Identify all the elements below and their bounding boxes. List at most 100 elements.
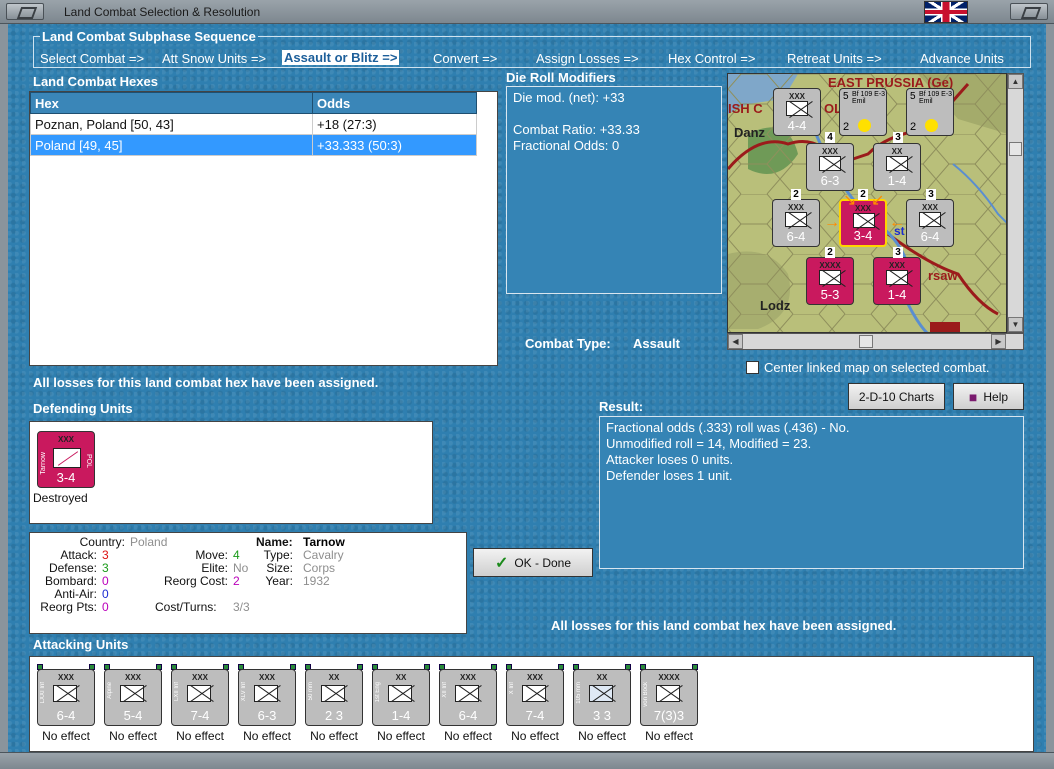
scroll-left-icon[interactable]: ◀ [728, 334, 743, 349]
unit-counter[interactable]: XXX LXXI Inf 6-4 [37, 669, 95, 726]
map-air-counter[interactable]: 5 Bf 109 E-3 Emil 2 [839, 88, 887, 136]
step-hex-control[interactable]: Hex Control => [668, 51, 755, 66]
map-label-lodz: Lodz [760, 298, 791, 313]
map-label-warsaw: rsaw [928, 268, 958, 283]
map-counter[interactable]: XXX 1-4 [873, 257, 921, 305]
linked-map[interactable]: EAST PRUSSIA (Ge) ISH C Danz rsaw Lodz s… [727, 73, 1007, 333]
close-button[interactable] [1010, 3, 1048, 20]
attacking-unit[interactable]: XX 50 mm 2 3 No effect [301, 664, 367, 749]
table-row-selected[interactable]: Poland [49, 45] +33.333 (50:3) [30, 134, 477, 156]
scroll-thumb[interactable] [1009, 142, 1022, 156]
result-line: Defender loses 1 unit. [606, 468, 733, 483]
step-assign-losses[interactable]: Assign Losses => [536, 51, 639, 66]
step-select-combat[interactable]: Select Combat => [40, 51, 144, 66]
result-line: Fractional odds (.333) roll was (.436) -… [606, 420, 850, 435]
unit-counter[interactable]: XX 105 mm 3 3 [573, 669, 631, 726]
column-header-odds[interactable]: Odds [312, 92, 477, 114]
air-mission-icon [858, 119, 871, 132]
ok-done-label: OK - Done [514, 555, 572, 570]
step-advance-units[interactable]: Advance Units [920, 51, 1004, 66]
combat-type-label: Combat Type: [525, 336, 611, 351]
attacking-unit[interactable]: XXX X Inf 7-4 No effect [502, 664, 568, 749]
scroll-down-icon[interactable]: ▼ [1008, 317, 1023, 332]
stack-count: 3 [926, 189, 936, 200]
attacking-unit[interactable]: XX 1st Eng 1-4 No effect [368, 664, 434, 749]
bottom-bar [0, 752, 1054, 769]
combat-type-value: Assault [633, 336, 680, 351]
map-air-counter[interactable]: 5 Bf 109 E-3 Emil 2 [906, 88, 954, 136]
attacking-unit[interactable]: XXX XII Inf 6-4 No effect [435, 664, 501, 749]
map-horizontal-scrollbar[interactable]: ◀ ▶ [727, 333, 1024, 350]
map-counter[interactable]: XXX 6-4 [772, 199, 820, 247]
left-rail [0, 24, 8, 752]
stack-count: 4 [825, 132, 835, 143]
ok-done-button[interactable]: ✓ OK - Done [473, 548, 593, 577]
fractional-odds: Fractional Odds: 0 [513, 138, 620, 153]
attacking-title: Attacking Units [33, 637, 129, 652]
attacking-unit[interactable]: XXXX von Bock 7(3)3 No effect [636, 664, 702, 749]
stack-count: 2 [825, 247, 835, 258]
unit-counter[interactable]: XXX XII Inf 6-4 [439, 669, 497, 726]
hex-cell[interactable]: Poland [49, 45] [30, 134, 313, 156]
step-convert[interactable]: Convert => [433, 51, 497, 66]
result-line: Attacker loses 0 units. [606, 452, 734, 467]
uk-flag-icon [924, 1, 968, 23]
stack-count: 2 [791, 189, 801, 200]
map-label-danzig: Danz [734, 125, 766, 140]
map-counter[interactable]: XXX 6-4 [906, 199, 954, 247]
window-title: Land Combat Selection & Resolution [64, 5, 261, 19]
help-button-label: Help [983, 389, 1009, 404]
hexes-title: Land Combat Hexes [33, 74, 158, 89]
step-assault-or-blitz[interactable]: Assault or Blitz => [282, 50, 400, 65]
attacking-unit[interactable]: XXX XLV Inf 6-3 No effect [234, 664, 300, 749]
checkmark-icon: ✓ [494, 554, 509, 572]
scroll-right-icon[interactable]: ▶ [991, 334, 1006, 349]
map-vertical-scrollbar[interactable]: ▲ ▼ [1007, 73, 1024, 333]
charts-button[interactable]: 2-D-10 Charts [848, 383, 945, 410]
odds-cell[interactable]: +18 (27:3) [312, 113, 477, 135]
die-roll-panel: Die mod. (net): +33 Combat Ratio: +33.33… [506, 86, 722, 294]
combat-ratio: Combat Ratio: +33.33 [513, 122, 640, 137]
hex-cell[interactable]: Poznan, Poland [50, 43] [30, 113, 313, 135]
attacking-unit[interactable]: XX 105 mm 3 3 No effect [569, 664, 635, 749]
unit-counter[interactable]: XX 50 mm 2 3 [305, 669, 363, 726]
attack-arrow-icon: ↙ [871, 192, 885, 209]
unit-counter[interactable]: XXX Alpine 5-4 [104, 669, 162, 726]
defending-units-panel: XXX Tarnow POL 3-4 Destroyed [29, 421, 433, 524]
attacking-unit[interactable]: XXX LXII Inf 7-4 No effect [167, 664, 233, 749]
unit-counter[interactable]: XXX X Inf 7-4 [506, 669, 564, 726]
minimize-button[interactable] [6, 3, 44, 20]
map-counter[interactable]: XXX 4-4 [773, 88, 821, 136]
unit-counter[interactable]: XXX XLV Inf 6-3 [238, 669, 296, 726]
attacking-unit[interactable]: XXX Alpine 5-4 No effect [100, 664, 166, 749]
attack-arrow-icon: ↘ [843, 192, 857, 209]
step-retreat-units[interactable]: Retreat Units => [787, 51, 882, 66]
defending-unit-counter[interactable]: XXX Tarnow POL 3-4 [37, 431, 95, 488]
table-row[interactable]: Poznan, Poland [50, 43] +18 (27:3) [30, 113, 477, 135]
column-header-hex[interactable]: Hex [30, 92, 313, 114]
unit-counter[interactable]: XX 1st Eng 1-4 [372, 669, 430, 726]
subphase-sequence: Land Combat Subphase Sequence Select Com… [33, 29, 1031, 68]
book-icon: ■ [968, 388, 978, 405]
losses-message: All losses for this land combat hex have… [33, 375, 379, 390]
defending-title: Defending Units [33, 401, 133, 416]
scroll-thumb[interactable] [859, 335, 873, 348]
map-counter[interactable]: XX 1-4 [873, 143, 921, 191]
attacking-units-panel: XXX LXXI Inf 6-4 No effect XXX Alpine 5-… [29, 656, 1034, 752]
map-counter[interactable]: XXXX 5-3 [806, 257, 854, 305]
step-att-snow-units[interactable]: Att Snow Units => [162, 51, 266, 66]
odds-cell[interactable]: +33.333 (50:3) [312, 134, 477, 156]
attacking-unit[interactable]: XXX LXXI Inf 6-4 No effect [33, 664, 99, 749]
unit-counter[interactable]: XXX LXII Inf 7-4 [171, 669, 229, 726]
attack-arrow-icon: ← [889, 214, 905, 231]
center-map-checkbox[interactable] [746, 361, 759, 374]
stack-count: 3 [893, 132, 903, 143]
title-bar: Land Combat Selection & Resolution [0, 0, 1054, 24]
unit-counter[interactable]: XXXX von Bock 7(3)3 [640, 669, 698, 726]
map-counter[interactable]: XXX 6-3 [806, 143, 854, 191]
die-roll-title: Die Roll Modifiers [506, 70, 616, 85]
scroll-up-icon[interactable]: ▲ [1008, 74, 1023, 89]
hexes-list: Hex Odds Poznan, Poland [50, 43] +18 (27… [29, 91, 498, 366]
center-map-label[interactable]: Center linked map on selected combat. [764, 360, 989, 375]
help-button[interactable]: ■ Help [953, 383, 1024, 410]
